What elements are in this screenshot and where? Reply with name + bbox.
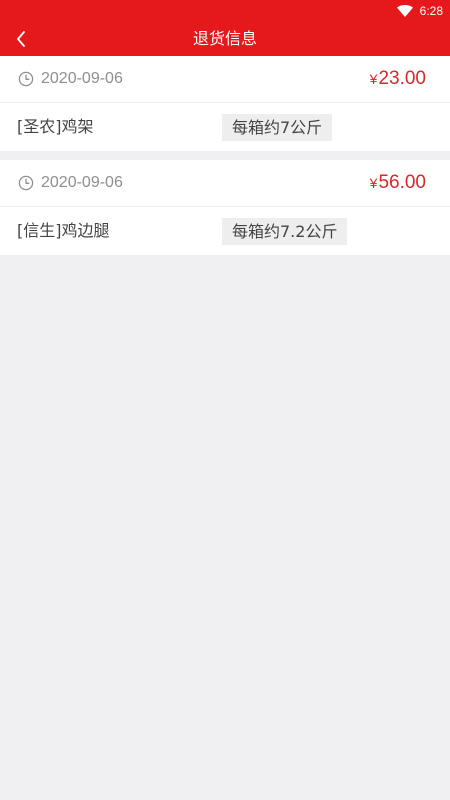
product-name: [圣农]鸡架 [17, 117, 94, 136]
order-header: 2020-09-06 ¥23.00 [0, 56, 450, 103]
currency-symbol: ¥ [369, 71, 378, 87]
order-date: 2020-09-06 [41, 174, 123, 191]
nav-bar: 退货信息 [0, 22, 450, 56]
clock-icon [18, 175, 34, 191]
page-title: 退货信息 [192, 29, 257, 48]
clock-icon [18, 71, 34, 87]
status-bar: 6:28 [0, 0, 450, 22]
order-price: ¥56.00 [370, 160, 426, 206]
order-header: 2020-09-06 ¥56.00 [0, 160, 450, 207]
wifi-icon [396, 5, 413, 17]
status-time: 6:28 [419, 4, 443, 18]
spec-tag: 每箱约7.2公斤 [222, 218, 348, 245]
return-order-card[interactable]: 2020-09-06 ¥56.00 [信生]鸡边腿 每箱约7.2公斤 [0, 160, 450, 255]
spec-tag: 每箱约7公斤 [222, 114, 333, 141]
price-amount: 23.00 [378, 68, 426, 89]
price-amount: 56.00 [378, 172, 426, 193]
order-price: ¥23.00 [370, 56, 426, 102]
order-date: 2020-09-06 [41, 70, 123, 87]
order-item: [信生]鸡边腿 每箱约7.2公斤 [0, 207, 450, 255]
return-list: 2020-09-06 ¥23.00 [圣农]鸡架 每箱约7公斤 2020-09-… [0, 56, 450, 264]
currency-symbol: ¥ [369, 175, 378, 191]
product-name: [信生]鸡边腿 [17, 221, 110, 240]
order-item: [圣农]鸡架 每箱约7公斤 [0, 103, 450, 151]
status-indicators: 6:28 [396, 0, 443, 22]
return-order-card[interactable]: 2020-09-06 ¥23.00 [圣农]鸡架 每箱约7公斤 [0, 56, 450, 151]
